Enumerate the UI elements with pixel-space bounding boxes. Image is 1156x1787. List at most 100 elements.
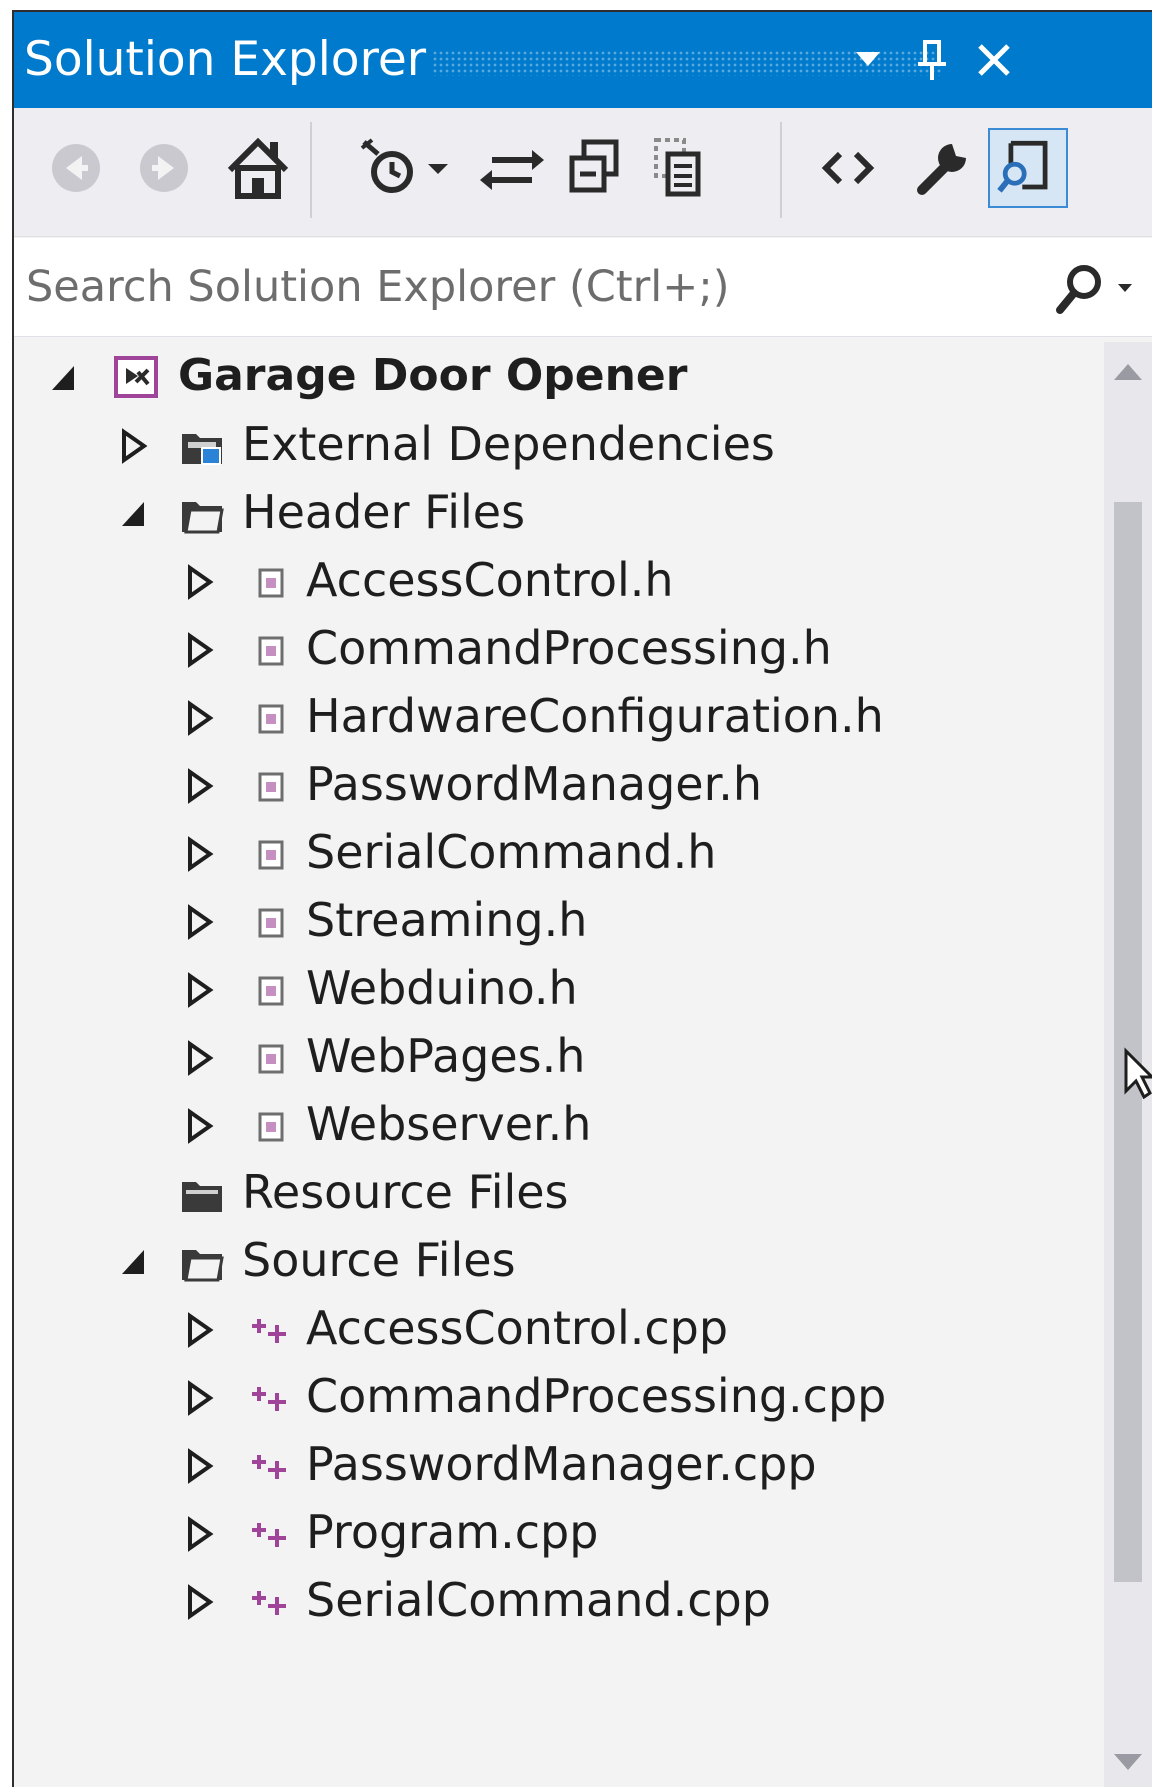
expand-arrow-icon[interactable] bbox=[180, 1036, 220, 1080]
header-file-icon bbox=[246, 966, 296, 1014]
header-file-icon bbox=[246, 1034, 296, 1082]
collapse-arrow-icon[interactable] bbox=[114, 492, 154, 536]
cpp-file-icon bbox=[246, 1374, 296, 1422]
header-file-icon bbox=[246, 694, 296, 742]
collapse-arrow-icon[interactable] bbox=[114, 1240, 154, 1284]
view-code-icon bbox=[808, 128, 888, 208]
tree-item-label: Resource Files bbox=[242, 1165, 569, 1219]
auto-hide-pin-button[interactable] bbox=[904, 32, 960, 88]
search-input[interactable] bbox=[26, 252, 1016, 322]
tree-item-header-file[interactable]: Streaming.h bbox=[14, 886, 1104, 958]
tree-item-header-files[interactable]: Header Files bbox=[14, 478, 1104, 550]
header-file-icon bbox=[246, 898, 296, 946]
tree-item-label: WebPages.h bbox=[306, 1029, 586, 1083]
filter-folder-icon bbox=[178, 1238, 228, 1286]
tree-item-header-file[interactable]: Webserver.h bbox=[14, 1090, 1104, 1162]
tree-item-header-file[interactable]: HardwareConfiguration.h bbox=[14, 682, 1104, 754]
wrench-icon bbox=[900, 128, 980, 208]
tree-item-label: AccessControl.h bbox=[306, 553, 674, 607]
header-file-icon bbox=[246, 762, 296, 810]
expand-arrow-icon[interactable] bbox=[180, 628, 220, 672]
tree-item-resource-files[interactable]: Resource Files bbox=[14, 1158, 1104, 1230]
solution-explorer-panel: Solution Explorer Search Solution Explor… bbox=[12, 10, 1152, 1787]
tree-item-label: Program.cpp bbox=[306, 1505, 599, 1559]
scrollbar-thumb[interactable] bbox=[1114, 502, 1142, 1582]
scroll-down-arrow-icon[interactable] bbox=[1108, 1742, 1148, 1782]
tree-item-source-files[interactable]: Source Files bbox=[14, 1226, 1104, 1298]
back-button[interactable] bbox=[36, 128, 116, 208]
tree-item-source-file[interactable]: CommandProcessing.cpp bbox=[14, 1362, 1104, 1434]
toolbar bbox=[14, 108, 1152, 237]
expand-arrow-icon[interactable] bbox=[180, 832, 220, 876]
tree-item-header-file[interactable]: SerialCommand.h bbox=[14, 818, 1104, 890]
chevron-down-icon bbox=[418, 128, 458, 208]
tree-item-header-file[interactable]: PasswordManager.h bbox=[14, 750, 1104, 822]
header-file-icon bbox=[246, 558, 296, 606]
search-icon bbox=[1044, 260, 1144, 316]
expand-arrow-icon[interactable] bbox=[180, 1444, 220, 1488]
home-button[interactable] bbox=[218, 128, 298, 208]
tree-item-source-file[interactable]: SerialCommand.cpp bbox=[14, 1566, 1104, 1638]
tree-item-header-file[interactable]: Webduino.h bbox=[14, 954, 1104, 1026]
expand-arrow-icon[interactable] bbox=[180, 900, 220, 944]
mouse-cursor-icon bbox=[1122, 1047, 1152, 1103]
tree-item-label: CommandProcessing.h bbox=[306, 621, 832, 675]
collapse-all-button[interactable] bbox=[554, 128, 634, 208]
forward-button[interactable] bbox=[124, 128, 204, 208]
search-bar bbox=[14, 238, 1152, 337]
sync-icon bbox=[472, 128, 552, 208]
panel-title: Solution Explorer bbox=[24, 32, 427, 87]
tree-item-source-file[interactable]: Program.cpp bbox=[14, 1498, 1104, 1570]
solution-tree: Garage Door Opener External Dependencies bbox=[14, 342, 1104, 1787]
expand-arrow-icon[interactable] bbox=[180, 1308, 220, 1352]
title-bar[interactable]: Solution Explorer bbox=[14, 12, 1152, 108]
tree-item-label: SerialCommand.h bbox=[306, 825, 717, 879]
window-position-menu-button[interactable] bbox=[840, 32, 896, 88]
expand-arrow-icon[interactable] bbox=[114, 424, 154, 468]
collapse-all-icon bbox=[554, 128, 634, 208]
tree-item-header-file[interactable]: CommandProcessing.h bbox=[14, 614, 1104, 686]
tree-item-source-file[interactable]: PasswordManager.cpp bbox=[14, 1430, 1104, 1502]
toolbar-separator bbox=[780, 122, 782, 218]
tree-item-external-dependencies[interactable]: External Dependencies bbox=[14, 410, 1104, 482]
preview-selected-items-button[interactable] bbox=[988, 128, 1068, 208]
tree-item-header-file[interactable]: WebPages.h bbox=[14, 1022, 1104, 1094]
show-all-files-button[interactable] bbox=[636, 128, 716, 208]
filter-folder-icon bbox=[178, 1170, 228, 1218]
expand-arrow-icon[interactable] bbox=[180, 696, 220, 740]
tree-item-label: Streaming.h bbox=[306, 893, 588, 947]
expand-arrow-icon[interactable] bbox=[180, 1104, 220, 1148]
expand-arrow-icon[interactable] bbox=[180, 1580, 220, 1624]
pending-changes-dropdown[interactable] bbox=[418, 128, 458, 208]
toolbar-separator bbox=[310, 122, 312, 218]
collapse-arrow-icon[interactable] bbox=[44, 356, 84, 400]
preview-selected-items-icon bbox=[990, 130, 1066, 206]
tree-item-label: Webserver.h bbox=[306, 1097, 592, 1151]
header-file-icon bbox=[246, 626, 296, 674]
tree-item-label: PasswordManager.h bbox=[306, 757, 763, 811]
properties-button[interactable] bbox=[900, 128, 980, 208]
sync-with-active-document-button[interactable] bbox=[472, 128, 552, 208]
tree-item-header-file[interactable]: AccessControl.h bbox=[14, 546, 1104, 618]
project-icon bbox=[112, 354, 162, 402]
view-code-button[interactable] bbox=[808, 128, 888, 208]
expand-arrow-icon[interactable] bbox=[180, 1376, 220, 1420]
header-file-icon bbox=[246, 830, 296, 878]
tree-item-source-file[interactable]: AccessControl.cpp bbox=[14, 1294, 1104, 1366]
pin-icon bbox=[904, 32, 960, 88]
close-button[interactable] bbox=[966, 32, 1022, 88]
tree-item-label: Source Files bbox=[242, 1233, 516, 1287]
search-options-button[interactable] bbox=[1044, 260, 1144, 316]
filter-folder-icon bbox=[178, 490, 228, 538]
expand-arrow-icon[interactable] bbox=[180, 764, 220, 808]
expand-arrow-icon[interactable] bbox=[180, 560, 220, 604]
scroll-up-arrow-icon[interactable] bbox=[1108, 352, 1148, 392]
back-icon bbox=[36, 128, 116, 208]
header-file-icon bbox=[246, 1102, 296, 1150]
tree-item-label: Webduino.h bbox=[306, 961, 578, 1015]
expand-arrow-icon[interactable] bbox=[180, 968, 220, 1012]
tree-item-solution[interactable]: Garage Door Opener bbox=[14, 342, 1104, 414]
show-all-files-icon bbox=[636, 128, 716, 208]
expand-arrow-icon[interactable] bbox=[180, 1512, 220, 1556]
tree-item-label: CommandProcessing.cpp bbox=[306, 1369, 887, 1423]
